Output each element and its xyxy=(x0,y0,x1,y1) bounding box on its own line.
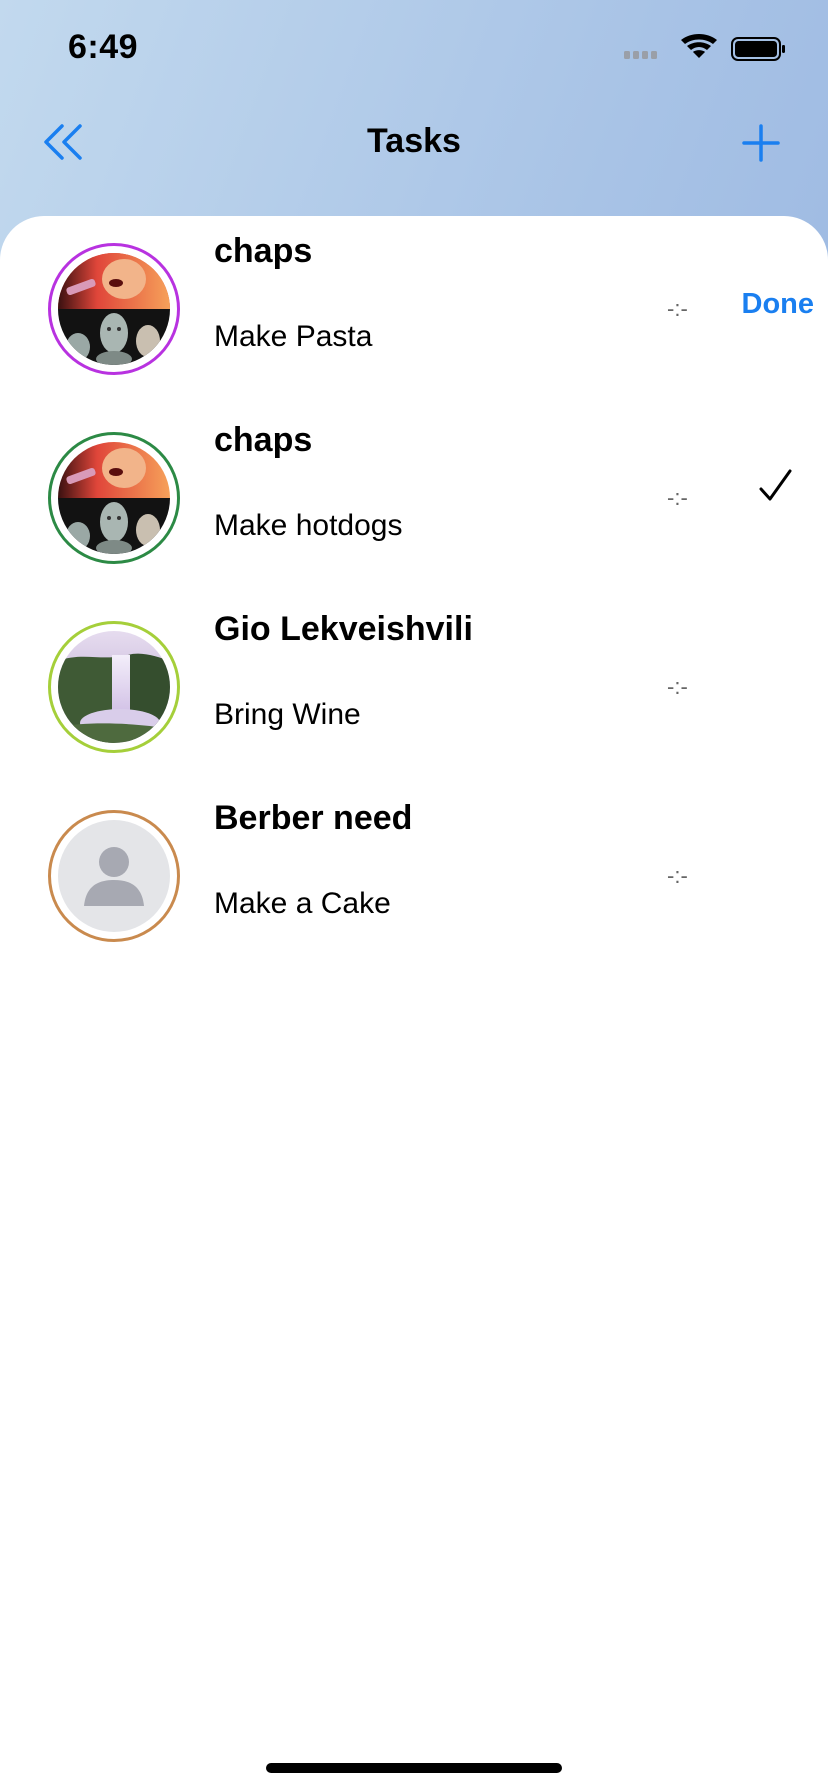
add-task-button[interactable] xyxy=(736,120,786,170)
checkmark-icon-glyph xyxy=(759,469,792,501)
task-row[interactable]: chaps Make hotdogs -:- xyxy=(0,405,828,594)
task-row[interactable]: chaps Make Pasta -:- Done xyxy=(0,216,828,405)
avatar-ring xyxy=(48,621,180,753)
avatar-ring xyxy=(48,432,180,564)
task-owner-name: Berber need xyxy=(214,799,413,837)
collage-photo-icon xyxy=(58,442,170,554)
task-row[interactable]: Berber need Make a Cake -:- xyxy=(0,783,828,972)
task-title: Make a Cake xyxy=(214,887,391,920)
task-time: -:- xyxy=(667,485,688,510)
task-owner-name: chaps xyxy=(214,421,313,459)
done-button[interactable]: Done xyxy=(742,288,815,321)
task-sheet: chaps Make Pasta -:- Done chaps Make hot… xyxy=(0,216,828,1792)
task-owner-name: chaps xyxy=(214,232,313,270)
avatar-ring xyxy=(48,243,180,375)
page-title: Tasks xyxy=(367,122,461,160)
task-row[interactable]: Gio Lekveishvili Bring Wine -:- xyxy=(0,594,828,783)
avatar xyxy=(58,442,170,554)
navigation-bar: Tasks xyxy=(0,100,828,216)
task-owner-name: Gio Lekveishvili xyxy=(214,610,473,648)
plus-icon xyxy=(742,124,780,162)
task-time: -:- xyxy=(667,863,688,888)
status-icons xyxy=(624,34,794,66)
avatar xyxy=(58,253,170,365)
avatar xyxy=(58,631,170,743)
signal-wifi-battery-icon xyxy=(624,34,785,61)
task-title: Make hotdogs xyxy=(214,509,403,542)
status-bar: 6:49 xyxy=(0,0,828,100)
task-time: -:- xyxy=(667,296,688,321)
task-list: chaps Make Pasta -:- Done chaps Make hot… xyxy=(0,216,828,972)
default-person-avatar-icon xyxy=(58,820,170,932)
checkmark-icon[interactable] xyxy=(756,467,796,507)
task-title: Bring Wine xyxy=(214,698,361,731)
task-title: Make Pasta xyxy=(214,320,373,353)
avatar-ring xyxy=(48,810,180,942)
waterfall-photo-icon xyxy=(58,631,170,743)
task-time: -:- xyxy=(667,674,688,699)
home-indicator[interactable] xyxy=(266,1763,562,1773)
status-time: 6:49 xyxy=(68,28,139,66)
collage-photo-icon xyxy=(58,253,170,365)
avatar xyxy=(58,820,170,932)
